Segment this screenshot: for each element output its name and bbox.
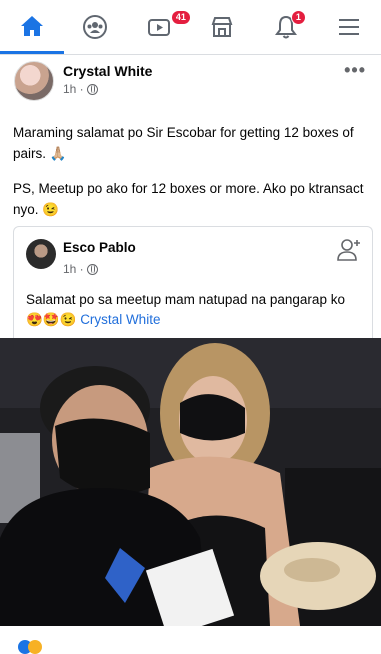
notifications-badge: 1 xyxy=(291,10,306,25)
nav-home[interactable] xyxy=(0,0,64,54)
mention-link[interactable]: Crystal White xyxy=(80,312,160,327)
shared-message: Salamat po sa meetup mam natupad na pang… xyxy=(26,292,345,327)
shared-post-card[interactable]: Esco Pablo 1h · Salamat po sa meetup mam… xyxy=(13,226,373,338)
top-navigation: 41 1 xyxy=(0,0,381,54)
add-friend-icon[interactable] xyxy=(334,235,364,265)
post-time[interactable]: 1h · xyxy=(63,82,84,96)
author-avatar[interactable] xyxy=(14,61,54,101)
globe-icon xyxy=(87,264,98,275)
nav-groups[interactable] xyxy=(64,0,128,54)
marketplace-icon xyxy=(208,13,236,41)
post-photo[interactable] xyxy=(0,338,381,626)
shared-meta: 1h · xyxy=(63,262,98,276)
haha-reaction-icon xyxy=(28,640,42,654)
groups-icon xyxy=(81,13,109,41)
shared-author[interactable]: Esco Pablo xyxy=(63,240,136,255)
menu-icon xyxy=(335,13,363,41)
home-icon xyxy=(18,12,46,40)
more-options-button[interactable]: ••• xyxy=(344,60,366,81)
shared-time[interactable]: 1h · xyxy=(63,262,84,276)
nav-marketplace[interactable] xyxy=(191,0,255,54)
post-body: Maraming salamat po Sir Escobar for gett… xyxy=(13,122,373,234)
post-meta: 1h · xyxy=(63,82,98,96)
nav-divider xyxy=(0,54,381,55)
video-icon xyxy=(145,13,173,41)
nav-menu[interactable] xyxy=(318,0,381,54)
shared-author-avatar[interactable] xyxy=(26,239,56,269)
post-paragraph: Maraming salamat po Sir Escobar for gett… xyxy=(13,122,373,164)
watch-badge: 41 xyxy=(171,10,191,25)
post-paragraph: PS, Meetup po ako for 12 boxes or more. … xyxy=(13,178,373,220)
reactions-bar xyxy=(0,626,381,650)
shared-text: Salamat po sa meetup mam natupad na pang… xyxy=(26,290,356,330)
nav-watch[interactable]: 41 xyxy=(127,0,191,54)
globe-icon xyxy=(87,84,98,95)
photo-illustration xyxy=(0,338,381,626)
nav-notifications[interactable]: 1 xyxy=(254,0,318,54)
post-author[interactable]: Crystal White xyxy=(63,63,152,79)
